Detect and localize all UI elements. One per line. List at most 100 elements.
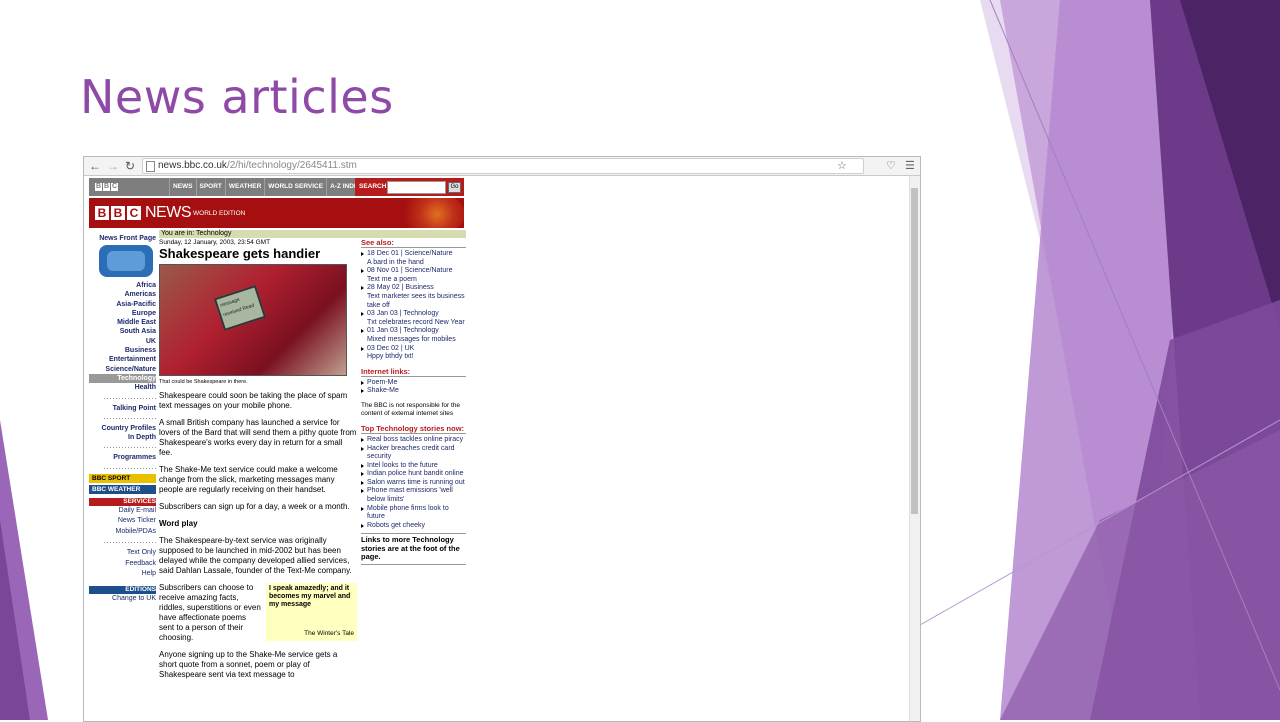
article-date: Sunday, 12 January, 2003, 23:54 GMT xyxy=(159,239,271,246)
logo-letter: B xyxy=(95,206,109,220)
world-map-icon[interactable] xyxy=(99,245,153,277)
article-paragraph: The Shakespeare-by-text service was orig… xyxy=(159,536,352,575)
topnav-world-service[interactable]: WORLD SERVICE xyxy=(264,178,326,196)
bookmark-star-icon[interactable]: ☆ xyxy=(837,159,847,172)
nav-technology[interactable]: Technology xyxy=(89,373,156,384)
top-story-link[interactable]: Salon warns time is running out xyxy=(361,479,466,488)
article-paragraph: Anyone signing up to the Shake-Me servic… xyxy=(159,650,338,679)
logo-letter: C xyxy=(127,206,141,220)
nav-news-front-page[interactable]: News Front Page xyxy=(89,235,156,242)
link-title[interactable]: Mixed messages for mobiles xyxy=(367,336,466,345)
see-also-link[interactable]: 03 Jan 03 | Technology Txt celebrates rec… xyxy=(361,310,466,327)
nav-uk[interactable]: UK xyxy=(89,337,156,346)
link-title[interactable]: Text me a poem xyxy=(367,276,466,285)
see-also-link[interactable]: 08 Nov 01 | Science/Nature Text me a poem xyxy=(361,267,466,284)
page-viewport: BBC NEWS SPORT WEATHER WORLD SERVICE A-Z… xyxy=(84,176,909,721)
scrollbar-thumb[interactable] xyxy=(911,188,918,514)
nav-in-depth[interactable]: In Depth xyxy=(89,433,156,442)
nav-programmes[interactable]: Programmes xyxy=(89,453,156,462)
nav-divider xyxy=(104,467,156,469)
nav-middle-east[interactable]: Middle East xyxy=(89,318,156,327)
bbc-news-banner: BBC NEWS WORLD EDITION xyxy=(89,198,464,228)
link-title[interactable]: Txt celebrates record New Year xyxy=(367,319,466,328)
svc-feedback[interactable]: Feedback xyxy=(89,559,156,570)
svc-daily-email[interactable]: Daily E-mail xyxy=(89,506,156,517)
back-icon[interactable]: ← xyxy=(89,159,101,173)
banner-news-text: NEWS xyxy=(145,204,192,221)
top-story-link[interactable]: Mobile phone firms look to future xyxy=(361,505,466,522)
left-navigation: News Front Page Africa Americas Asia-Pac… xyxy=(89,235,156,605)
browser-toolbar: ← → ↻ news.bbc.co.uk/2/hi/technology/264… xyxy=(84,157,920,176)
nav-europe[interactable]: Europe xyxy=(89,309,156,318)
bbc-news-page: BBC NEWS SPORT WEATHER WORLD SERVICE A-Z… xyxy=(89,178,466,679)
quote-text: I speak amazedly; and it becomes my marv… xyxy=(269,585,351,608)
see-also-heading: See also: xyxy=(361,238,466,248)
top-story-link[interactable]: Hacker breaches credit card security xyxy=(361,445,466,462)
nav-entertainment[interactable]: Entertainment xyxy=(89,355,156,364)
nav-africa[interactable]: Africa xyxy=(89,281,156,290)
nav-south-asia[interactable]: South Asia xyxy=(89,327,156,336)
link-meta: 01 Jan 03 | Technology xyxy=(367,327,439,335)
page-icon xyxy=(146,161,155,172)
reload-icon[interactable]: ↻ xyxy=(125,159,135,173)
phone-screen-text: message received Read xyxy=(213,285,267,331)
nav-health[interactable]: Health xyxy=(89,383,156,392)
svc-news-ticker[interactable]: News Ticker xyxy=(89,516,156,527)
extension-icon[interactable]: ♡ xyxy=(886,159,896,172)
breadcrumb: You are in: Technology xyxy=(159,230,466,238)
nav-talking-point[interactable]: Talking Point xyxy=(89,404,156,413)
url-text: news.bbc.co.uk/2/hi/technology/2645411.s… xyxy=(158,160,357,171)
bbc-sport-badge[interactable]: BBC SPORT xyxy=(89,473,156,483)
link-meta: 08 Nov 01 | Science/Nature xyxy=(367,267,453,275)
nav-asia-pacific[interactable]: Asia-Pacific xyxy=(89,300,156,309)
search-go-button[interactable]: Go xyxy=(448,182,461,193)
bbc-logo[interactable]: BBC xyxy=(95,206,141,220)
article-headline: Shakespeare gets handier xyxy=(159,246,321,261)
external-disclaimer: The BBC is not responsible for the conte… xyxy=(361,401,460,417)
browser-window: ← → ↻ news.bbc.co.uk/2/hi/technology/264… xyxy=(83,156,921,722)
see-also-link[interactable]: 28 May 02 | Business Text marketer sees i… xyxy=(361,284,466,310)
bbc-weather-badge[interactable]: BBC WEATHER xyxy=(89,484,156,494)
article-paragraph: Subscribers can sign up for a day, a wee… xyxy=(159,502,350,511)
nav-country-profiles[interactable]: Country Profiles xyxy=(89,424,156,433)
link-title[interactable]: Text marketer sees its business take off xyxy=(367,293,466,310)
top-story-link[interactable]: Real boss tackles online piracy xyxy=(361,436,466,445)
nav-business[interactable]: Business xyxy=(89,346,156,355)
pull-quote: I speak amazedly; and it becomes my marv… xyxy=(266,583,357,641)
menu-icon[interactable]: ☰ xyxy=(905,159,915,172)
see-also-link[interactable]: 18 Dec 01 | Science/Nature A bard in the … xyxy=(361,250,466,267)
nav-divider xyxy=(104,417,156,419)
top-story-link[interactable]: Robots get cheeky xyxy=(361,522,466,531)
search-input[interactable] xyxy=(387,181,446,194)
change-to-uk-link[interactable]: Change to UK xyxy=(89,594,156,605)
bbc-search: SEARCH Go xyxy=(355,178,464,196)
link-meta: 03 Jan 03 | Technology xyxy=(367,310,439,318)
article-paragraph: A small British company has launched a s… xyxy=(159,418,357,457)
top-story-link[interactable]: Intel looks to the future xyxy=(361,462,466,471)
svc-mobile-pdas[interactable]: Mobile/PDAs xyxy=(89,527,156,538)
topnav-weather[interactable]: WEATHER xyxy=(224,178,264,196)
link-title[interactable]: A bard in the hand xyxy=(367,259,466,268)
url-path: /2/hi/technology/2645411.stm xyxy=(226,160,357,171)
nav-science-nature[interactable]: Science/Nature xyxy=(89,365,156,374)
forward-icon[interactable]: → xyxy=(107,159,119,173)
nav-divider xyxy=(104,447,156,449)
internet-link[interactable]: Shake-Me xyxy=(361,387,466,396)
svc-help[interactable]: Help xyxy=(89,569,156,580)
topnav-news[interactable]: NEWS xyxy=(169,178,196,196)
see-also-link[interactable]: 03 Dec 02 | UK Hppy bthdy txt! xyxy=(361,345,466,362)
top-story-link[interactable]: Phone mast emissions 'well below limits' xyxy=(361,487,466,504)
address-bar[interactable]: news.bbc.co.uk/2/hi/technology/2645411.s… xyxy=(142,158,864,174)
see-also-link[interactable]: 01 Jan 03 | Technology Mixed messages for… xyxy=(361,327,466,344)
top-story-link[interactable]: Indian police hunt bandit online xyxy=(361,470,466,479)
svc-text-only[interactable]: Text Only xyxy=(89,548,156,559)
logo-letter: B xyxy=(111,206,125,220)
internet-link[interactable]: Poem-Me xyxy=(361,379,466,388)
vertical-scrollbar[interactable] xyxy=(909,176,920,721)
topnav-sport[interactable]: SPORT xyxy=(195,178,225,196)
nav-americas[interactable]: Americas xyxy=(89,290,156,299)
link-title[interactable]: Hppy bthdy txt! xyxy=(367,353,466,362)
logo-letter: B xyxy=(95,183,102,191)
editions-heading: EDITIONS xyxy=(89,585,156,594)
bbc-small-logo[interactable]: BBC xyxy=(95,183,118,191)
